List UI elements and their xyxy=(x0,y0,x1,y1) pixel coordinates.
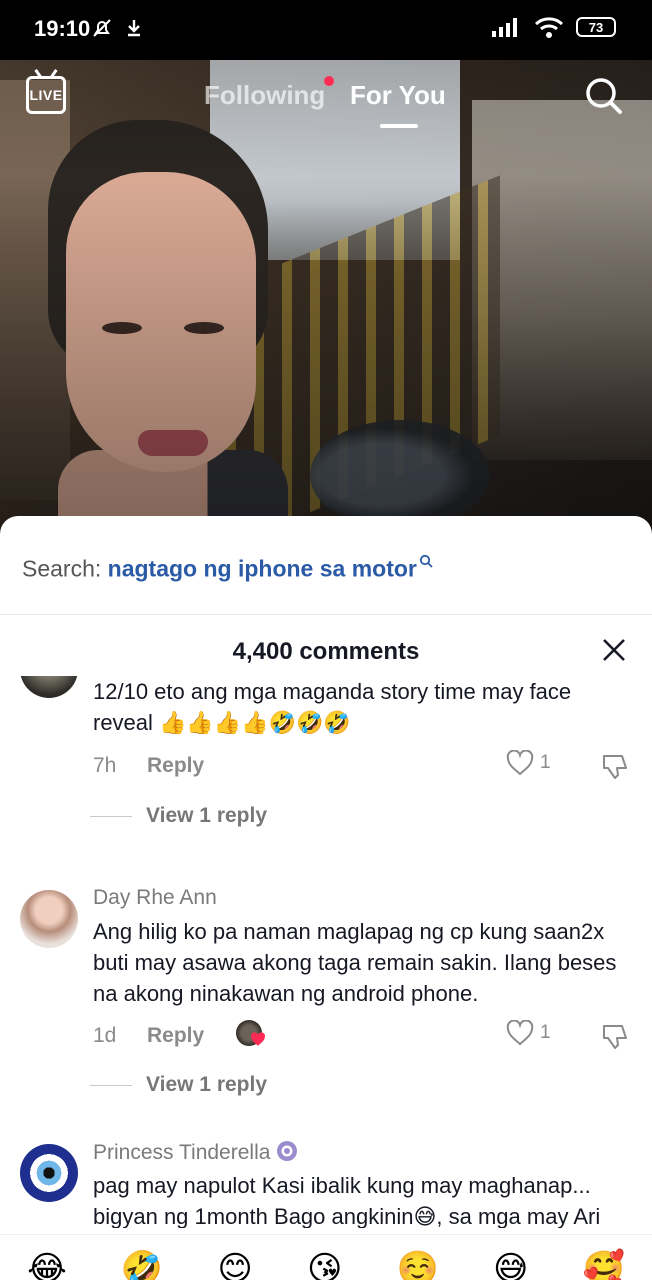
wifi-icon xyxy=(534,17,564,38)
comment-text: 12/10 eto ang mga maganda story time may… xyxy=(93,679,572,735)
emoji-relaxed[interactable]: ☺️ xyxy=(397,1249,439,1280)
view-replies-button[interactable]: View 1 reply xyxy=(90,804,267,828)
comment-username: Princess Tinderella xyxy=(93,1141,271,1164)
view-replies-label: View 1 reply xyxy=(146,1073,268,1096)
comments-count: 4,400 comments xyxy=(232,638,420,665)
avatar[interactable] xyxy=(20,676,78,698)
comment-time: 1d xyxy=(93,1024,117,1047)
tab-following[interactable]: Following xyxy=(204,80,325,111)
battery-icon: 73 xyxy=(576,17,616,37)
bell-off-icon xyxy=(93,19,111,37)
dislike-icon[interactable] xyxy=(600,1022,630,1052)
notification-dot xyxy=(324,76,334,86)
comment-list[interactable]: 12/10 eto ang mga maganda story time may… xyxy=(0,676,652,1236)
emoji-kiss[interactable]: 😘 xyxy=(307,1249,342,1280)
badge-icon xyxy=(277,1141,298,1161)
comment-text: Ang hilig ko pa naman maglapag ng cp kun… xyxy=(93,919,617,1006)
download-icon xyxy=(128,20,140,37)
heart-badge-icon xyxy=(251,1032,265,1046)
top-nav: LIVE Following For You xyxy=(0,70,652,130)
tab-for-you[interactable]: For You xyxy=(350,80,446,111)
search-suggestion[interactable]: Search: nagtago ng iphone sa motor xyxy=(22,554,433,583)
comment-username[interactable]: Day Rhe Ann xyxy=(93,886,217,910)
avatar[interactable] xyxy=(20,890,78,948)
search-query: nagtago ng iphone sa motor xyxy=(107,555,417,582)
search-icon[interactable] xyxy=(584,76,624,116)
emoji-smile[interactable]: 😊 xyxy=(217,1249,252,1280)
emoji-hearts[interactable]: 🥰 xyxy=(583,1249,625,1280)
comment-time: 7h xyxy=(93,754,117,777)
reply-button[interactable]: Reply xyxy=(147,754,204,778)
status-bar: 19:10 73 xyxy=(0,0,652,60)
close-icon[interactable] xyxy=(600,636,628,664)
view-replies-label: View 1 reply xyxy=(146,804,268,827)
divider xyxy=(0,614,652,615)
reply-button[interactable]: Reply xyxy=(147,1024,204,1048)
comment-username-row[interactable]: Princess Tinderella xyxy=(93,1140,298,1165)
emoji-joy[interactable]: 😂 xyxy=(27,1249,67,1280)
dislike-icon[interactable] xyxy=(600,752,630,782)
emoji-quick-bar: 😂 🤣 😊 😘 ☺️ 😅 🥰 xyxy=(0,1234,652,1280)
video-player[interactable] xyxy=(0,60,652,530)
active-tab-indicator xyxy=(380,124,418,128)
status-time: 19:10 xyxy=(34,16,91,41)
like-button[interactable]: 1 xyxy=(506,1020,551,1046)
like-count: 1 xyxy=(540,1022,551,1043)
avatar[interactable] xyxy=(20,1144,78,1202)
comments-sheet: Search: nagtago ng iphone sa motor 4,400… xyxy=(0,516,652,1280)
live-icon[interactable]: LIVE xyxy=(26,76,66,114)
creator-liked-badge xyxy=(236,1020,266,1050)
search-prefix: Search: xyxy=(22,555,102,582)
heart-icon xyxy=(506,750,534,776)
like-button[interactable]: 1 xyxy=(506,750,551,776)
emoji-sweat-smile[interactable]: 😅 xyxy=(493,1249,528,1280)
view-replies-button[interactable]: View 1 reply xyxy=(90,1073,267,1097)
comment-text: pag may napulot Kasi ibalik kung may mag… xyxy=(93,1173,601,1236)
small-search-icon xyxy=(419,554,433,568)
battery-level: 73 xyxy=(588,19,604,35)
emoji-rofl[interactable]: 🤣 xyxy=(121,1249,163,1280)
live-label: LIVE xyxy=(29,87,63,103)
like-count: 1 xyxy=(540,752,551,773)
heart-icon xyxy=(506,1020,534,1046)
signal-icon xyxy=(492,18,517,37)
